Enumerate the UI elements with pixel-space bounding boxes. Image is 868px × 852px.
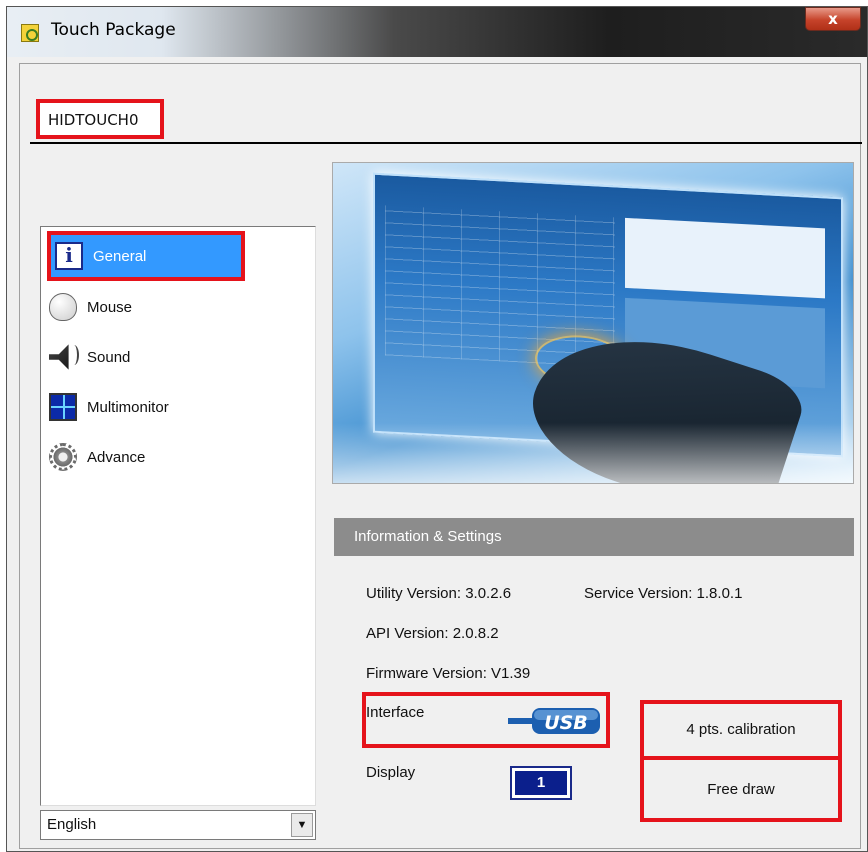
close-icon: x — [828, 10, 838, 28]
sidebar-list: General Mouse Sound Multimonitor Advance — [40, 226, 316, 806]
monitor-icon — [49, 393, 77, 421]
touch-package-window: Touch Package x HIDTOUCH0 General Mouse … — [6, 6, 868, 852]
free-draw-button[interactable]: Free draw — [644, 764, 838, 816]
usb-logo-text: USB — [544, 712, 588, 734]
sidebar-item-advance[interactable]: Advance — [49, 440, 145, 474]
sidebar-item-label: General — [93, 247, 147, 265]
api-version: API Version: 2.0.8.2 — [366, 625, 499, 642]
calibration-button[interactable]: 4 pts. calibration — [644, 704, 838, 760]
sidebar-item-mouse[interactable]: Mouse — [49, 290, 132, 324]
sidebar-item-general[interactable]: General — [47, 231, 245, 281]
language-selected-value: English — [47, 816, 97, 833]
window-title: Touch Package — [51, 20, 176, 40]
sidebar-item-label: Mouse — [87, 298, 133, 316]
display-label: Display — [366, 764, 416, 781]
chevron-down-icon[interactable]: ▼ — [291, 813, 313, 837]
display-indicator[interactable]: 1 — [510, 766, 572, 800]
client-area: HIDTOUCH0 General Mouse Sound Multimonit… — [19, 63, 862, 849]
tab-hidtouch0[interactable]: HIDTOUCH0 — [36, 99, 164, 139]
interface-label: Interface — [366, 704, 425, 721]
banner-chart — [625, 217, 825, 299]
usb-logo-icon: USB — [508, 708, 600, 734]
sidebar-item-label: Sound — [87, 348, 131, 366]
firmware-version: Firmware Version: V1.39 — [366, 665, 531, 682]
sidebar-item-multimonitor[interactable]: Multimonitor — [49, 390, 169, 424]
sound-waves — [69, 345, 79, 365]
gear-icon — [49, 443, 77, 471]
banner-haze — [333, 423, 853, 483]
info-section-header: Information & Settings — [334, 518, 854, 556]
display-value: 1 — [515, 771, 567, 795]
sidebar-item-label: Advance — [87, 448, 146, 466]
speaker-icon — [49, 343, 79, 371]
touch-banner-image — [332, 162, 854, 484]
utility-version: Utility Version: 3.0.2.6 — [366, 585, 512, 602]
mouse-icon — [49, 293, 77, 321]
close-button[interactable]: x — [805, 7, 861, 31]
service-version: Service Version: 1.8.0.1 — [584, 585, 743, 602]
tab-divider — [30, 142, 862, 144]
title-bar[interactable]: Touch Package x — [7, 7, 867, 57]
language-select[interactable]: English ▼ — [40, 810, 316, 840]
sidebar-item-sound[interactable]: Sound — [49, 340, 130, 374]
app-icon — [21, 24, 39, 42]
sidebar-item-label: Multimonitor — [87, 398, 169, 416]
info-icon — [55, 242, 83, 270]
